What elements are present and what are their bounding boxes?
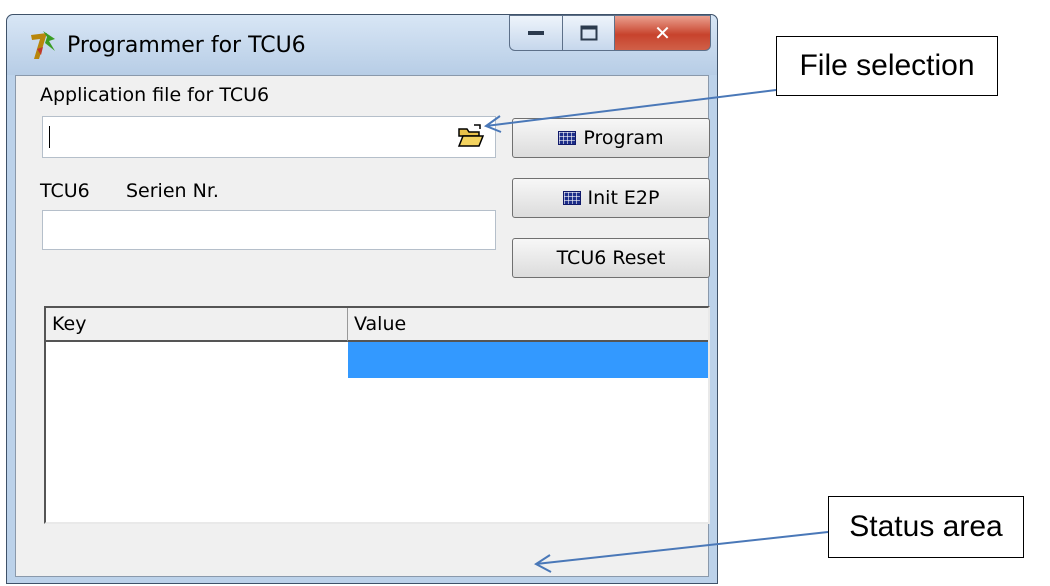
status-area-arrow — [535, 531, 829, 565]
annotation-arrows — [483, 89, 829, 573]
file-selection-arrow — [485, 89, 777, 127]
